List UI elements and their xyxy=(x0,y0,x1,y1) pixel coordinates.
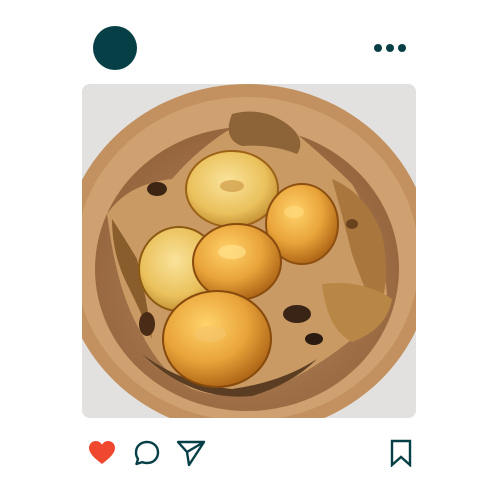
post-photo[interactable] xyxy=(82,84,416,418)
post-card xyxy=(0,0,500,500)
like-button[interactable] xyxy=(87,438,117,468)
avatar[interactable] xyxy=(93,26,137,70)
bookmark-icon xyxy=(390,439,412,467)
share-button[interactable] xyxy=(176,438,206,468)
heart-icon xyxy=(89,441,115,464)
more-options-button[interactable] xyxy=(368,36,412,60)
save-button[interactable] xyxy=(386,438,416,468)
more-horizontal-icon xyxy=(374,44,406,52)
send-icon xyxy=(176,440,206,467)
comment-button[interactable] xyxy=(132,438,162,468)
comment-icon xyxy=(134,440,160,466)
food-photo-illustration xyxy=(82,84,416,418)
